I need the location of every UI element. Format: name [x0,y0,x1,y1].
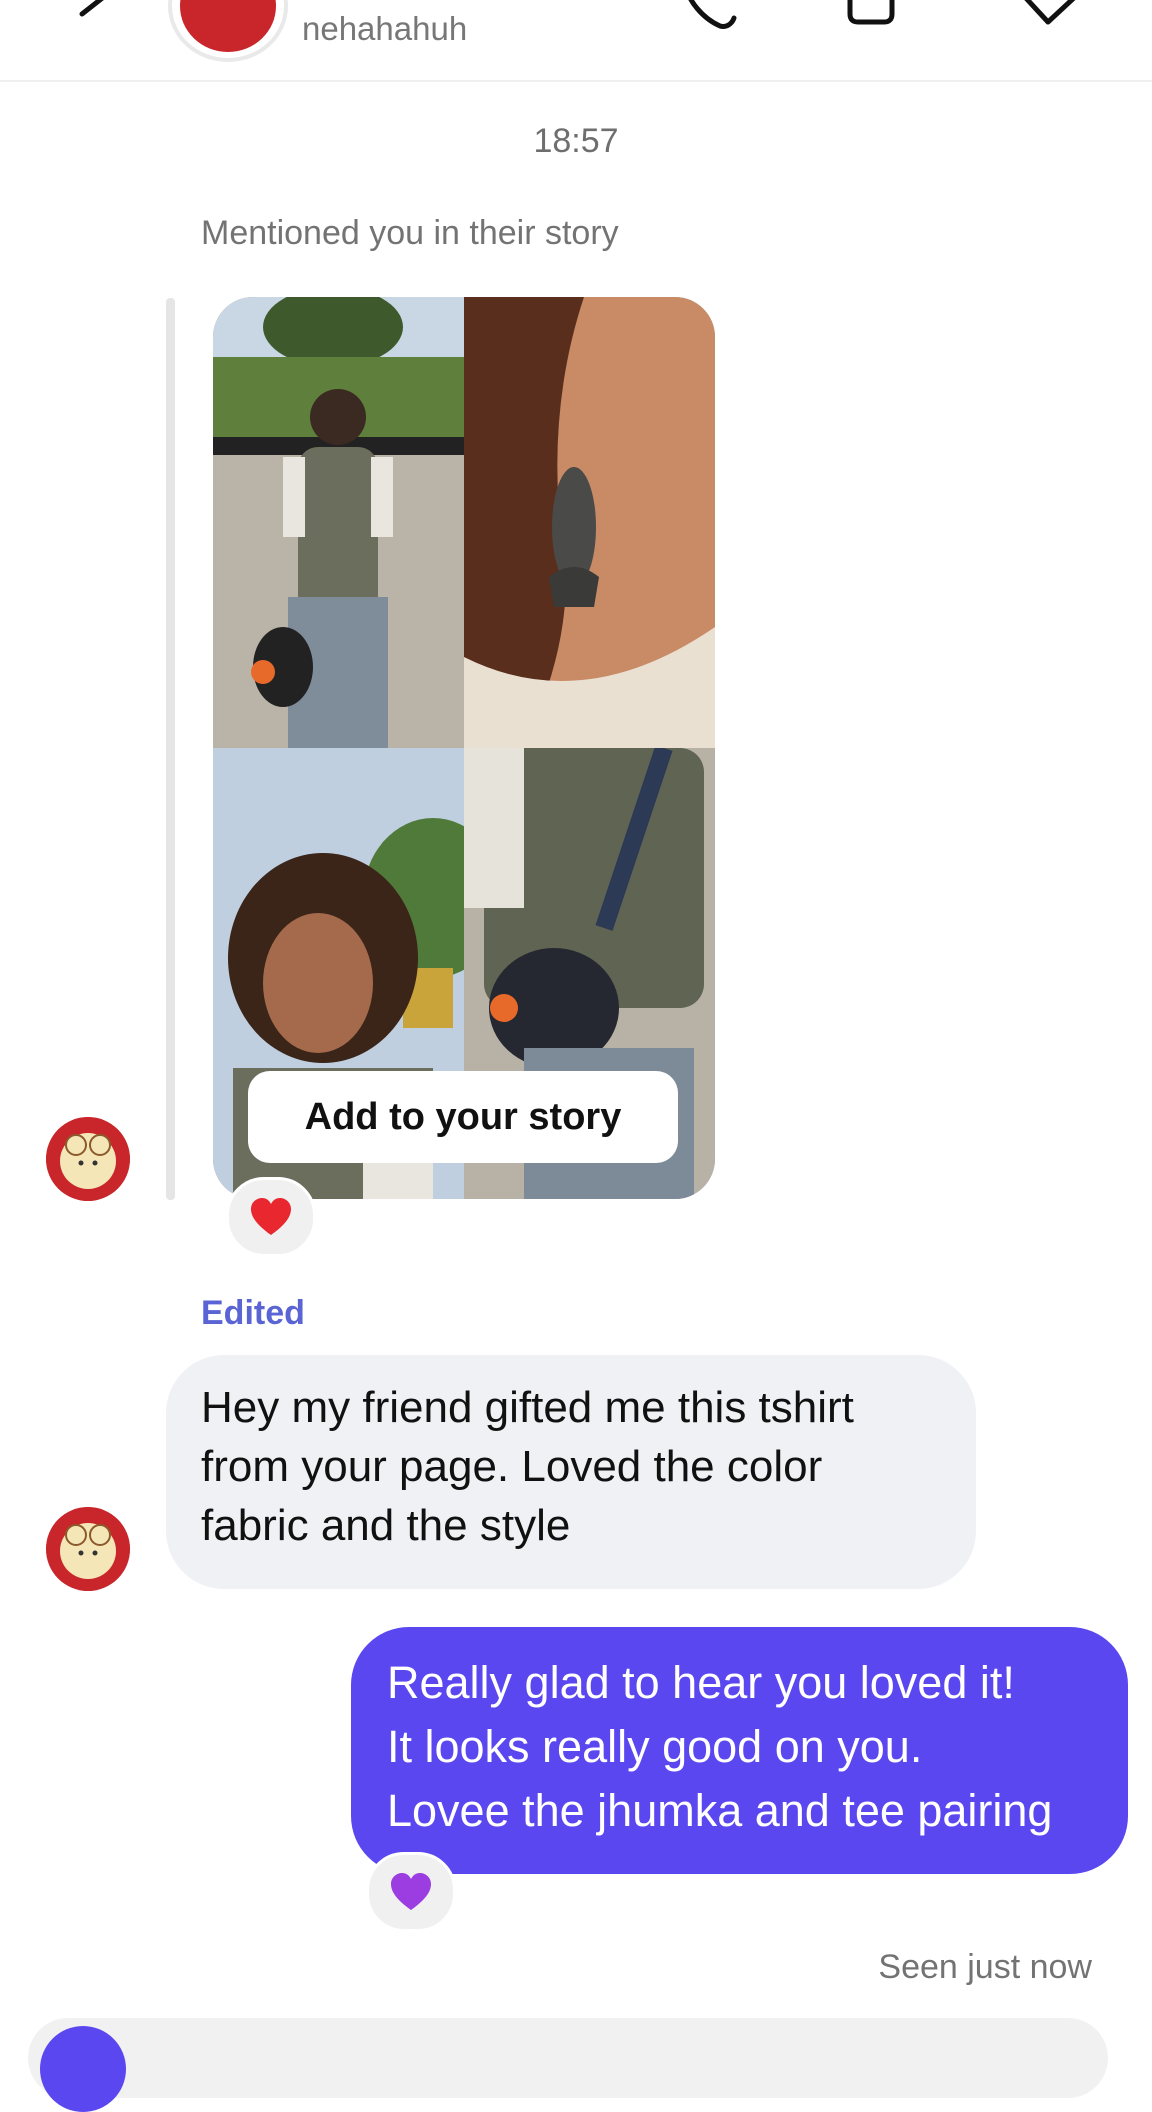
chat-header: nehahahuh [0,0,1152,82]
message-timestamp: 18:57 [533,122,619,160]
purple-heart-icon [391,1873,431,1910]
edited-label: Edited [201,1294,305,1332]
message-text-line: from your page. Loved the color [201,1442,823,1491]
purple-heart-reaction[interactable] [366,1852,456,1932]
phone-icon[interactable] [680,0,742,32]
profile-avatar[interactable] [168,0,288,62]
outgoing-message-bubble[interactable]: Really glad to hear you loved it! It loo… [351,1627,1128,1874]
story-mention-label: Mentioned you in their story [201,214,619,252]
add-to-story-button[interactable]: Add to your story [248,1071,678,1163]
message-composer[interactable] [28,2018,1108,2098]
incoming-message-bubble[interactable]: Hey my friend gifted me this tshirt from… [166,1355,976,1589]
story-reply-rail [166,298,175,1200]
video-camera-icon[interactable] [846,0,908,32]
message-text-line: Really glad to hear you loved it! [387,1657,1015,1708]
back-arrow-icon[interactable] [70,0,118,30]
message-text-line: It looks really good on you. [387,1721,923,1772]
story-photo-full-outfit [213,297,464,748]
message-text-line: Hey my friend gifted me this tshirt [201,1383,854,1432]
heart-reaction[interactable] [226,1177,316,1257]
story-photo-earring [464,297,715,748]
sender-avatar[interactable] [46,1507,130,1591]
story-mention-preview[interactable]: Add to your story [213,297,715,1199]
red-heart-icon [251,1198,291,1235]
seen-status: Seen just now [878,1948,1092,1986]
username[interactable]: nehahahuh [302,10,467,48]
camera-button[interactable] [40,2026,126,2112]
message-text-line: fabric and the style [201,1501,571,1550]
sender-avatar[interactable] [46,1117,130,1201]
message-text-line: Lovee the jhumka and tee pairing [387,1785,1053,1836]
tag-icon[interactable] [1020,0,1082,32]
